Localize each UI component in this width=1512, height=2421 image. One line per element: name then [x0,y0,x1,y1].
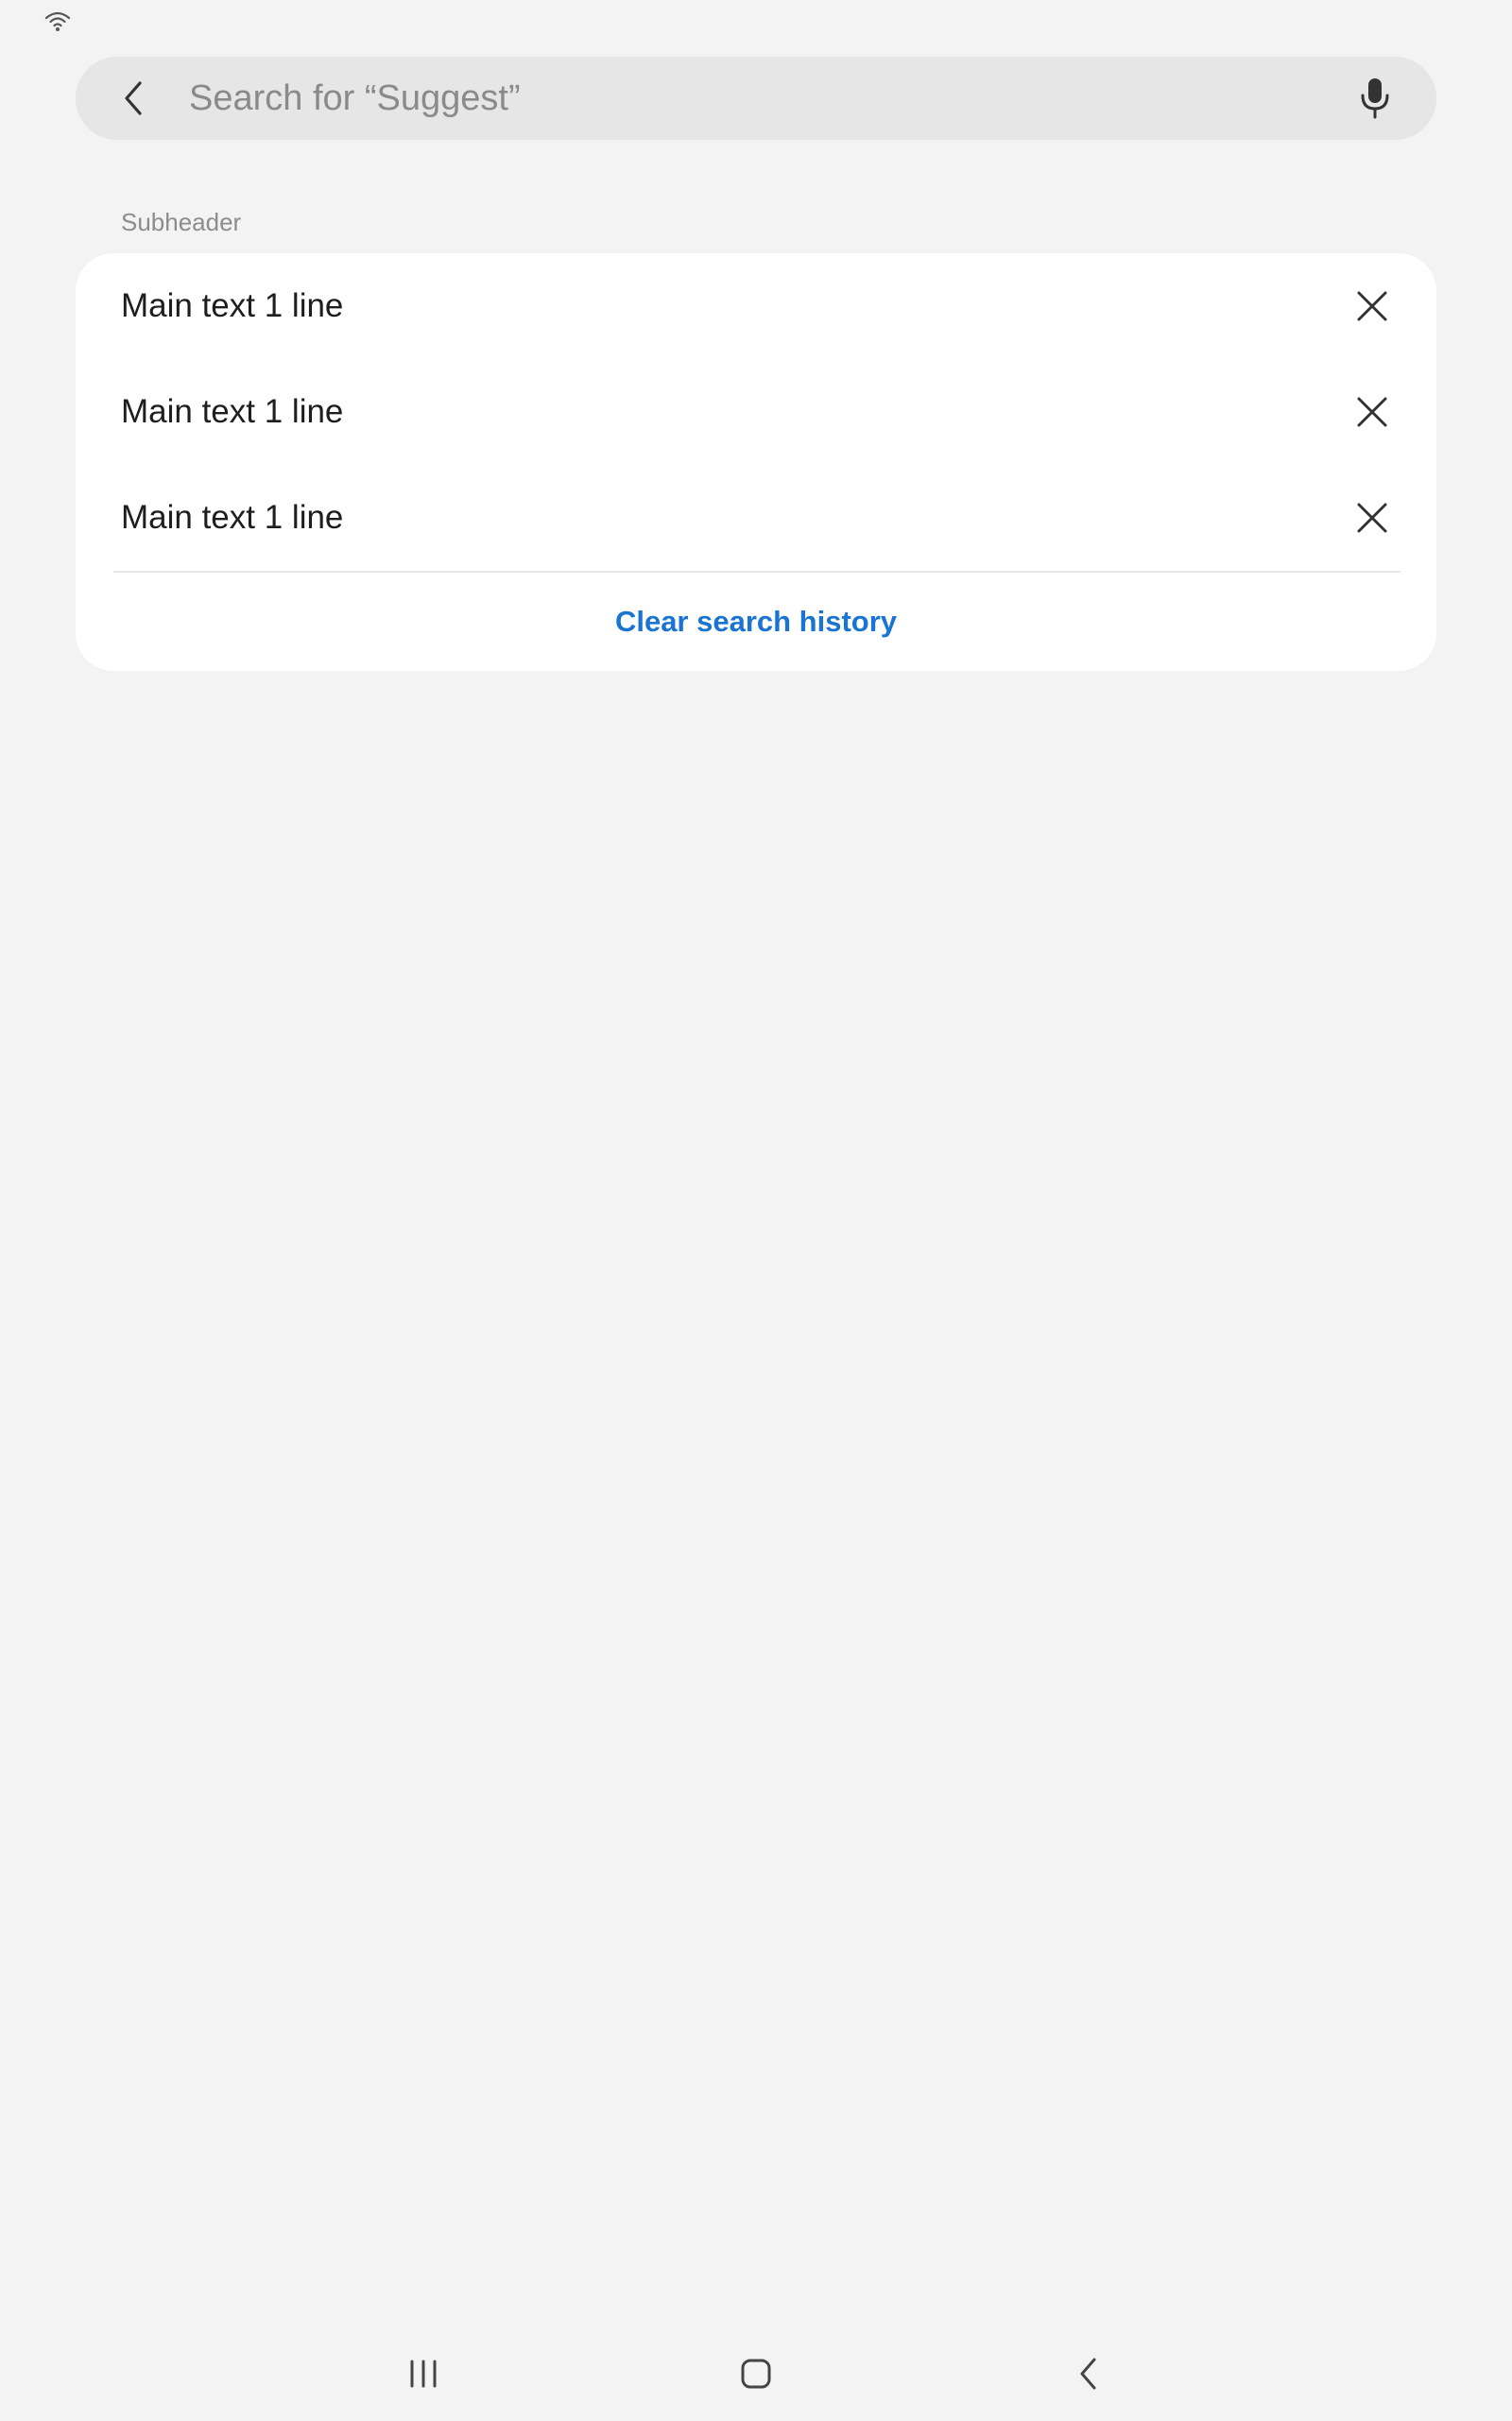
history-item-label: Main text 1 line [121,393,344,430]
remove-history-item-button[interactable] [1338,484,1406,552]
microphone-icon [1361,78,1389,119]
search-input[interactable] [189,70,1304,127]
clear-search-history-button[interactable]: Clear search history [76,573,1436,671]
recent-apps-icon [410,2360,437,2388]
history-item-label: Main text 1 line [121,287,344,324]
history-item[interactable]: Main text 1 line [76,359,1436,465]
chevron-left-icon [125,81,142,115]
recent-apps-button[interactable] [386,2345,461,2402]
close-icon [1357,503,1387,533]
history-subheader: Subheader [121,208,242,236]
voice-search-button[interactable] [1342,70,1408,127]
close-icon [1357,397,1387,427]
wifi-icon [44,11,71,31]
history-item[interactable]: Main text 1 line [76,465,1436,571]
search-history-card: Main text 1 line Main text 1 line Main t… [76,253,1436,671]
home-icon [741,2359,771,2389]
back-icon [1080,2358,1096,2390]
status-bar [0,0,1512,38]
home-button[interactable] [718,2345,794,2402]
nav-back-button[interactable] [1051,2345,1126,2402]
close-icon [1357,291,1387,321]
remove-history-item-button[interactable] [1338,272,1406,340]
history-item-label: Main text 1 line [121,499,344,536]
search-screen: Subheader Main text 1 line Main text 1 l… [0,0,1512,2421]
back-button[interactable] [104,70,164,127]
remove-history-item-button[interactable] [1338,378,1406,446]
history-item[interactable]: Main text 1 line [76,253,1436,359]
